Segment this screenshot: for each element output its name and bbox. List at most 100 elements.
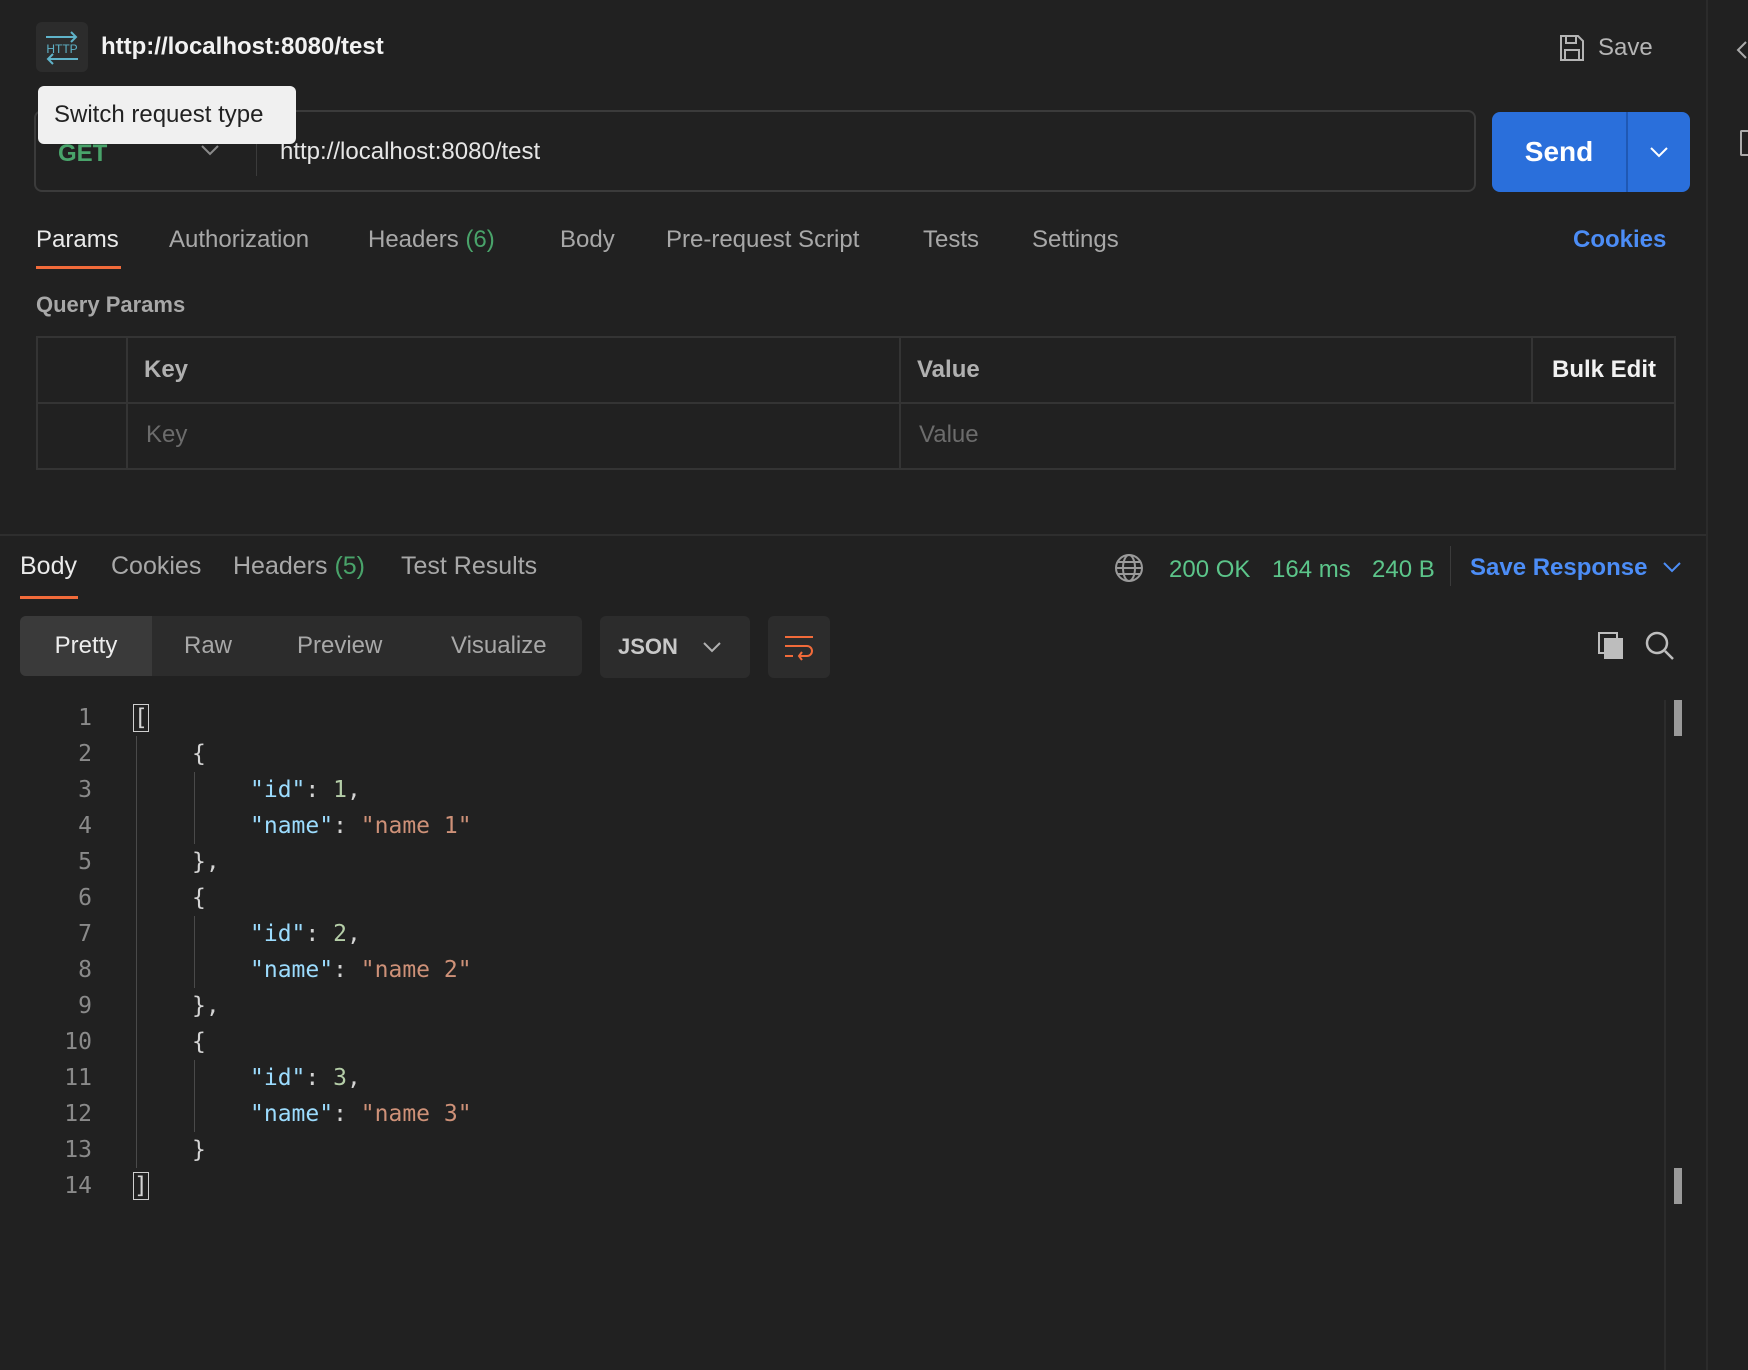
line-number: 9 <box>78 993 92 1019</box>
line-number: 11 <box>64 1065 92 1091</box>
param-value-input[interactable] <box>919 418 1659 452</box>
param-key-input[interactable] <box>146 418 886 452</box>
globe-icon[interactable] <box>1114 553 1144 583</box>
view-visualize-button[interactable]: Visualize <box>451 616 547 676</box>
query-params-label: Query Params <box>36 292 186 317</box>
code-token: "name 1" <box>360 813 472 839</box>
editor-scrollbar[interactable] <box>1664 700 1666 1370</box>
code-token: { <box>192 741 206 767</box>
code-token: : <box>333 1101 361 1127</box>
code-token: "id" <box>250 921 306 947</box>
tab-response-headers[interactable]: Headers (5) <box>233 552 365 581</box>
url-input[interactable] <box>280 134 1430 170</box>
view-raw-button[interactable]: Raw <box>184 616 232 676</box>
tab-params[interactable]: Params <box>36 226 119 254</box>
status-code[interactable]: 200 OK <box>1169 556 1250 584</box>
format-select-value: JSON <box>618 634 678 659</box>
sidebar-divider <box>1706 0 1708 1370</box>
code-line: "id": 2, <box>250 916 361 952</box>
code-token: "name 3" <box>360 1101 472 1127</box>
view-pretty-button[interactable]: Pretty <box>20 616 152 676</box>
code-line: [ <box>133 700 149 736</box>
code-token: }, <box>192 993 220 1019</box>
column-header-key: Key <box>144 356 189 383</box>
indent-guide <box>136 736 137 1168</box>
search-icon[interactable] <box>1644 630 1676 662</box>
table-col-divider <box>126 336 128 470</box>
code-token: : <box>305 921 334 947</box>
code-token: } <box>192 1137 206 1163</box>
save-label: Save <box>1598 34 1653 61</box>
line-number: 6 <box>78 885 92 911</box>
code-line: { <box>192 1024 206 1060</box>
scroll-marker <box>1674 1168 1682 1204</box>
code-line: }, <box>192 988 220 1024</box>
chevron-down-icon[interactable] <box>1662 560 1682 574</box>
save-response-button[interactable]: Save Response <box>1470 554 1647 582</box>
tab-tests[interactable]: Tests <box>923 226 979 254</box>
code-line: "id": 3, <box>250 1060 361 1096</box>
code-token: , <box>346 1065 361 1091</box>
send-button[interactable]: Send <box>1492 112 1626 192</box>
response-divider[interactable] <box>0 534 1706 536</box>
tab-headers[interactable]: Headers (6) <box>368 226 495 254</box>
panel-toggle-icon[interactable] <box>1740 130 1748 156</box>
code-line: } <box>192 1132 206 1168</box>
line-number: 7 <box>78 921 92 947</box>
code-line: "name": "name 2" <box>250 952 472 988</box>
format-select[interactable]: JSON <box>600 616 750 678</box>
code-token: { <box>192 1029 206 1055</box>
tab-pre-request-script[interactable]: Pre-request Script <box>666 226 859 254</box>
wrap-lines-button[interactable] <box>768 616 830 678</box>
cookies-link[interactable]: Cookies <box>1573 226 1666 254</box>
column-header-value: Value <box>917 356 980 383</box>
line-number: 8 <box>78 957 92 983</box>
bulk-edit-button[interactable]: Bulk Edit <box>1552 356 1656 384</box>
headers-count-badge: (6) <box>465 226 495 253</box>
code-line: "id": 1, <box>250 772 361 808</box>
code-token: "id" <box>250 1065 306 1091</box>
collapse-chevron-icon[interactable] <box>1736 40 1748 60</box>
code-line: { <box>192 736 206 772</box>
tab-settings[interactable]: Settings <box>1032 226 1119 254</box>
table-row-divider <box>36 402 1676 404</box>
send-options-button[interactable] <box>1628 112 1690 192</box>
method-select[interactable]: GET <box>58 140 107 168</box>
code-token: 3 <box>333 1065 347 1091</box>
response-time[interactable]: 164 ms <box>1272 556 1351 584</box>
code-token: 1 <box>333 777 347 803</box>
line-number: 1 <box>78 705 92 731</box>
code-token: "name" <box>250 1101 334 1127</box>
line-number: 14 <box>64 1173 92 1199</box>
copy-icon[interactable] <box>1596 630 1626 662</box>
chevron-down-icon[interactable] <box>200 143 220 157</box>
line-number: 2 <box>78 741 92 767</box>
tab-authorization[interactable]: Authorization <box>169 226 309 254</box>
tab-response-body[interactable]: Body <box>20 552 77 581</box>
code-token: "name 2" <box>360 957 472 983</box>
tab-test-results[interactable]: Test Results <box>401 552 537 581</box>
save-button[interactable]: Save <box>1558 30 1653 66</box>
tab-response-cookies[interactable]: Cookies <box>111 552 201 581</box>
indent-guide <box>194 772 195 844</box>
line-number: 3 <box>78 777 92 803</box>
code-line: "name": "name 1" <box>250 808 472 844</box>
request-title[interactable]: http://localhost:8080/test <box>101 33 384 61</box>
code-line: "name": "name 3" <box>250 1096 472 1132</box>
table-col-divider <box>899 336 901 470</box>
active-tab-indicator <box>20 596 78 599</box>
code-token: 2 <box>333 921 347 947</box>
code-token: : <box>333 957 361 983</box>
response-size[interactable]: 240 B <box>1372 556 1435 584</box>
http-request-type-icon[interactable]: HTTP <box>36 22 88 72</box>
code-token: "name" <box>250 813 334 839</box>
tab-response-headers-label: Headers <box>233 552 328 580</box>
tab-body[interactable]: Body <box>560 226 615 254</box>
chevron-down-icon <box>702 640 722 654</box>
code-token: "name" <box>250 957 334 983</box>
code-token: ] <box>133 1172 149 1200</box>
code-token: , <box>346 921 361 947</box>
view-preview-button[interactable]: Preview <box>297 616 382 676</box>
table-col-divider <box>1531 336 1533 402</box>
indent-guide <box>194 1060 195 1132</box>
